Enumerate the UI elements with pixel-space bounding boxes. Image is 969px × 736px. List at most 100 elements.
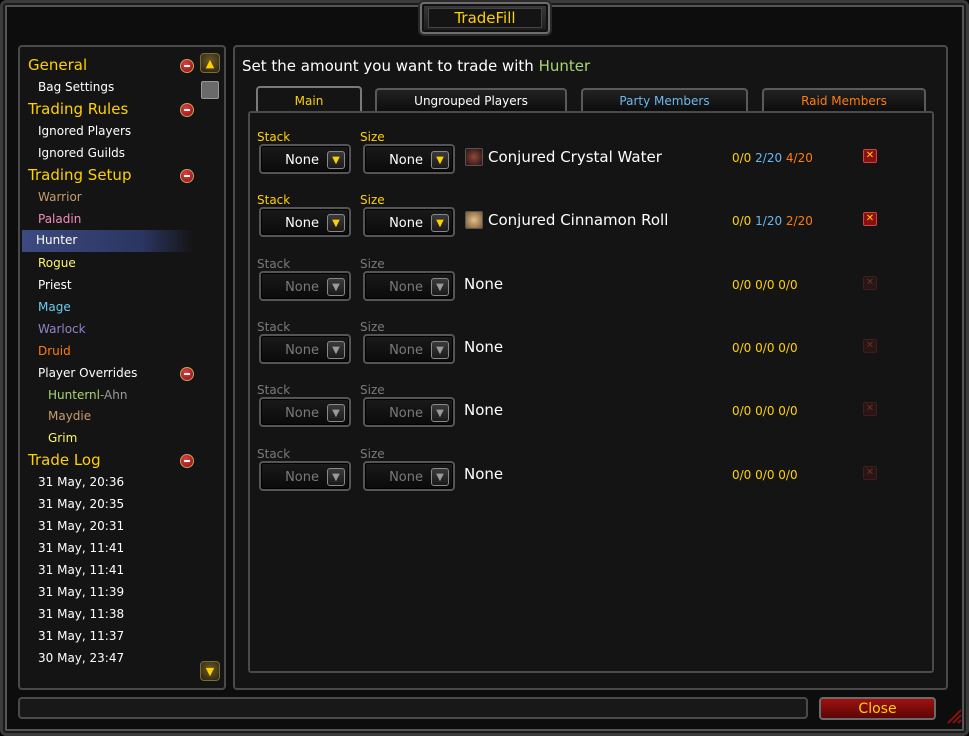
- nav-class-mage[interactable]: Mage: [38, 297, 71, 317]
- nav-ignored-guilds[interactable]: Ignored Guilds: [38, 143, 125, 163]
- size-dropdown[interactable]: None ▼: [363, 461, 455, 491]
- nav-trade-log[interactable]: Trade Log: [28, 450, 101, 470]
- count-raid: 0/0: [778, 404, 798, 418]
- size-label: Size: [360, 383, 385, 397]
- item-name: None: [464, 465, 504, 483]
- collapse-icon[interactable]: [180, 367, 194, 381]
- nav-trading-rules[interactable]: Trading Rules: [28, 99, 128, 119]
- nav-override-maydie[interactable]: Maydie: [48, 406, 91, 426]
- size-label: Size: [360, 447, 385, 461]
- nav-trading-setup[interactable]: Trading Setup: [28, 165, 131, 185]
- chevron-down-icon[interactable]: ▼: [431, 151, 449, 169]
- collapse-icon[interactable]: [180, 169, 194, 183]
- nav-class-hunter[interactable]: Hunter: [36, 230, 77, 250]
- remove-icon[interactable]: ✕: [863, 339, 877, 353]
- collapse-icon[interactable]: [180, 59, 194, 73]
- water-item-icon[interactable]: [465, 148, 483, 166]
- nav-player-overrides[interactable]: Player Overrides: [38, 363, 137, 383]
- chevron-down-icon[interactable]: ▼: [431, 404, 449, 422]
- stack-dropdown[interactable]: None ▼: [259, 334, 351, 364]
- tab-raid-members[interactable]: Raid Members: [762, 88, 926, 112]
- trade-log-entry[interactable]: 31 May, 11:39: [38, 582, 124, 602]
- chevron-down-icon[interactable]: ▼: [327, 151, 345, 169]
- scroll-down-icon[interactable]: ▼: [200, 661, 220, 681]
- chevron-down-icon[interactable]: ▼: [327, 278, 345, 296]
- collapse-icon[interactable]: [180, 454, 194, 468]
- size-dropdown[interactable]: None ▼: [363, 207, 455, 237]
- scroll-thumb[interactable]: [201, 81, 219, 99]
- count-party: 2/20: [755, 151, 783, 165]
- nav-class-priest[interactable]: Priest: [38, 275, 72, 295]
- stack-value: None: [285, 280, 319, 295]
- chevron-down-icon[interactable]: ▼: [327, 341, 345, 359]
- trade-log-entry[interactable]: 31 May, 11:41: [38, 560, 124, 580]
- chevron-down-icon[interactable]: ▼: [327, 404, 345, 422]
- tab-party-members[interactable]: Party Members: [581, 88, 748, 112]
- nav-panel: General Bag Settings Trading Rules Ignor…: [18, 45, 226, 690]
- tab-ungrouped-players[interactable]: Ungrouped Players: [375, 88, 567, 112]
- nav-class-paladin[interactable]: Paladin: [38, 209, 81, 229]
- item-name: None: [464, 401, 504, 419]
- remove-icon[interactable]: ✕: [863, 212, 877, 226]
- item-counts: 0/0 0/0 0/0: [732, 278, 798, 292]
- count-party: 0/0: [755, 468, 775, 482]
- count-raid: 2/20: [785, 214, 813, 228]
- chevron-down-icon[interactable]: ▼: [431, 468, 449, 486]
- chevron-down-icon[interactable]: ▼: [431, 341, 449, 359]
- stack-dropdown[interactable]: None ▼: [259, 461, 351, 491]
- title-plate[interactable]: TradeFill: [420, 2, 550, 34]
- nav-class-warlock[interactable]: Warlock: [38, 319, 86, 339]
- item-name[interactable]: Conjured Cinnamon Roll: [488, 211, 668, 229]
- nav-scrollbar[interactable]: ▲ ▼: [200, 53, 220, 683]
- remove-icon[interactable]: ✕: [863, 466, 877, 480]
- stack-dropdown[interactable]: None ▼: [259, 144, 351, 174]
- nav-class-druid[interactable]: Druid: [38, 341, 71, 361]
- stack-label: Stack: [257, 193, 291, 207]
- count-raid: 0/0: [778, 278, 798, 292]
- resize-grip-icon[interactable]: [944, 706, 962, 724]
- bread-item-icon[interactable]: [465, 211, 483, 229]
- remove-icon[interactable]: ✕: [863, 402, 877, 416]
- trade-log-entry[interactable]: 31 May, 11:38: [38, 604, 124, 624]
- remove-icon[interactable]: ✕: [863, 149, 877, 163]
- trade-log-entry[interactable]: 31 May, 20:36: [38, 472, 124, 492]
- stack-label: Stack: [257, 320, 291, 334]
- trade-log-entry[interactable]: 30 May, 23:47: [38, 648, 124, 668]
- nav-override-hunternl[interactable]: Hunternl -Ahn: [48, 385, 127, 405]
- close-button[interactable]: Close: [819, 697, 936, 720]
- size-dropdown[interactable]: None ▼: [363, 271, 455, 301]
- prompt-text: Set the amount you want to trade with Hu…: [242, 57, 590, 75]
- collapse-icon[interactable]: [180, 103, 194, 117]
- size-value: None: [389, 406, 423, 421]
- nav-bag-settings[interactable]: Bag Settings: [38, 77, 114, 97]
- trade-log-entry[interactable]: 31 May, 11:37: [38, 626, 124, 646]
- stack-dropdown[interactable]: None ▼: [259, 397, 351, 427]
- nav-class-warrior[interactable]: Warrior: [38, 187, 82, 207]
- count-total: 0/0: [732, 151, 752, 165]
- nav-override-grim[interactable]: Grim: [48, 428, 77, 448]
- nav-class-rogue[interactable]: Rogue: [38, 253, 76, 273]
- size-dropdown[interactable]: None ▼: [363, 144, 455, 174]
- trade-log-entry[interactable]: 31 May, 11:41: [38, 538, 124, 558]
- tab-main[interactable]: Main: [256, 86, 362, 113]
- stack-dropdown[interactable]: None ▼: [259, 207, 351, 237]
- status-bar: [18, 697, 808, 719]
- chevron-down-icon[interactable]: ▼: [327, 468, 345, 486]
- size-value: None: [389, 216, 423, 231]
- nav-ignored-players[interactable]: Ignored Players: [38, 121, 131, 141]
- scroll-up-icon[interactable]: ▲: [200, 53, 220, 73]
- nav-general[interactable]: General: [28, 55, 87, 75]
- chevron-down-icon[interactable]: ▼: [431, 214, 449, 232]
- remove-icon[interactable]: ✕: [863, 276, 877, 290]
- size-dropdown[interactable]: None ▼: [363, 397, 455, 427]
- chevron-down-icon[interactable]: ▼: [327, 214, 345, 232]
- chevron-down-icon[interactable]: ▼: [431, 278, 449, 296]
- override-realm: -Ahn: [99, 388, 128, 402]
- trade-log-entry[interactable]: 31 May, 20:35: [38, 494, 124, 514]
- item-name[interactable]: Conjured Crystal Water: [488, 148, 662, 166]
- trade-log-entry[interactable]: 31 May, 20:31: [38, 516, 124, 536]
- stack-dropdown[interactable]: None ▼: [259, 271, 351, 301]
- size-dropdown[interactable]: None ▼: [363, 334, 455, 364]
- size-value: None: [389, 470, 423, 485]
- count-total: 0/0: [732, 214, 752, 228]
